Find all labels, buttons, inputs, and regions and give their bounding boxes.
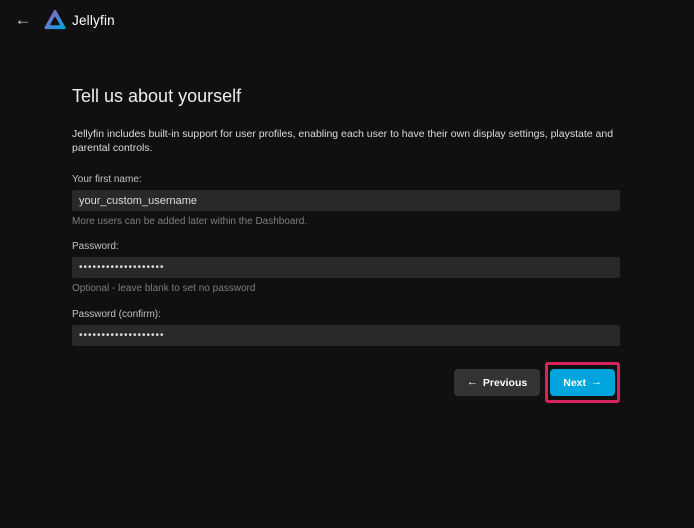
previous-button-label: Previous <box>483 378 527 389</box>
password-confirm-input[interactable] <box>72 325 620 346</box>
next-button[interactable]: Next → <box>550 369 615 396</box>
wizard-button-row: ← Previous Next → <box>72 362 620 403</box>
username-field-group: Your first name: More users can be added… <box>72 174 620 227</box>
next-button-highlight-box: Next → <box>545 362 620 403</box>
left-arrow-icon: ← <box>467 377 478 388</box>
password-confirm-field-group: Password (confirm): <box>72 309 620 346</box>
top-header: ← Jellyfin <box>0 0 694 40</box>
username-label: Your first name: <box>72 174 620 185</box>
wizard-user-page: Tell us about yourself Jellyfin includes… <box>0 40 694 403</box>
right-arrow-icon: → <box>591 377 602 388</box>
back-arrow-icon[interactable]: ← <box>10 7 36 33</box>
password-label: Password: <box>72 241 620 252</box>
username-input[interactable] <box>72 190 620 211</box>
password-field-group: Password: Optional - leave blank to set … <box>72 241 620 294</box>
jellyfin-logo[interactable]: Jellyfin <box>44 9 115 31</box>
password-input[interactable] <box>72 257 620 278</box>
jellyfin-logo-icon <box>44 9 66 31</box>
username-helper-text: More users can be added later within the… <box>72 216 620 227</box>
page-title: Tell us about yourself <box>72 86 620 107</box>
password-helper-text: Optional - leave blank to set no passwor… <box>72 283 620 294</box>
next-button-label: Next <box>563 378 586 389</box>
jellyfin-logo-text: Jellyfin <box>72 13 115 28</box>
previous-button[interactable]: ← Previous <box>454 369 540 396</box>
page-description: Jellyfin includes built-in support for u… <box>72 127 620 155</box>
password-confirm-label: Password (confirm): <box>72 309 620 320</box>
